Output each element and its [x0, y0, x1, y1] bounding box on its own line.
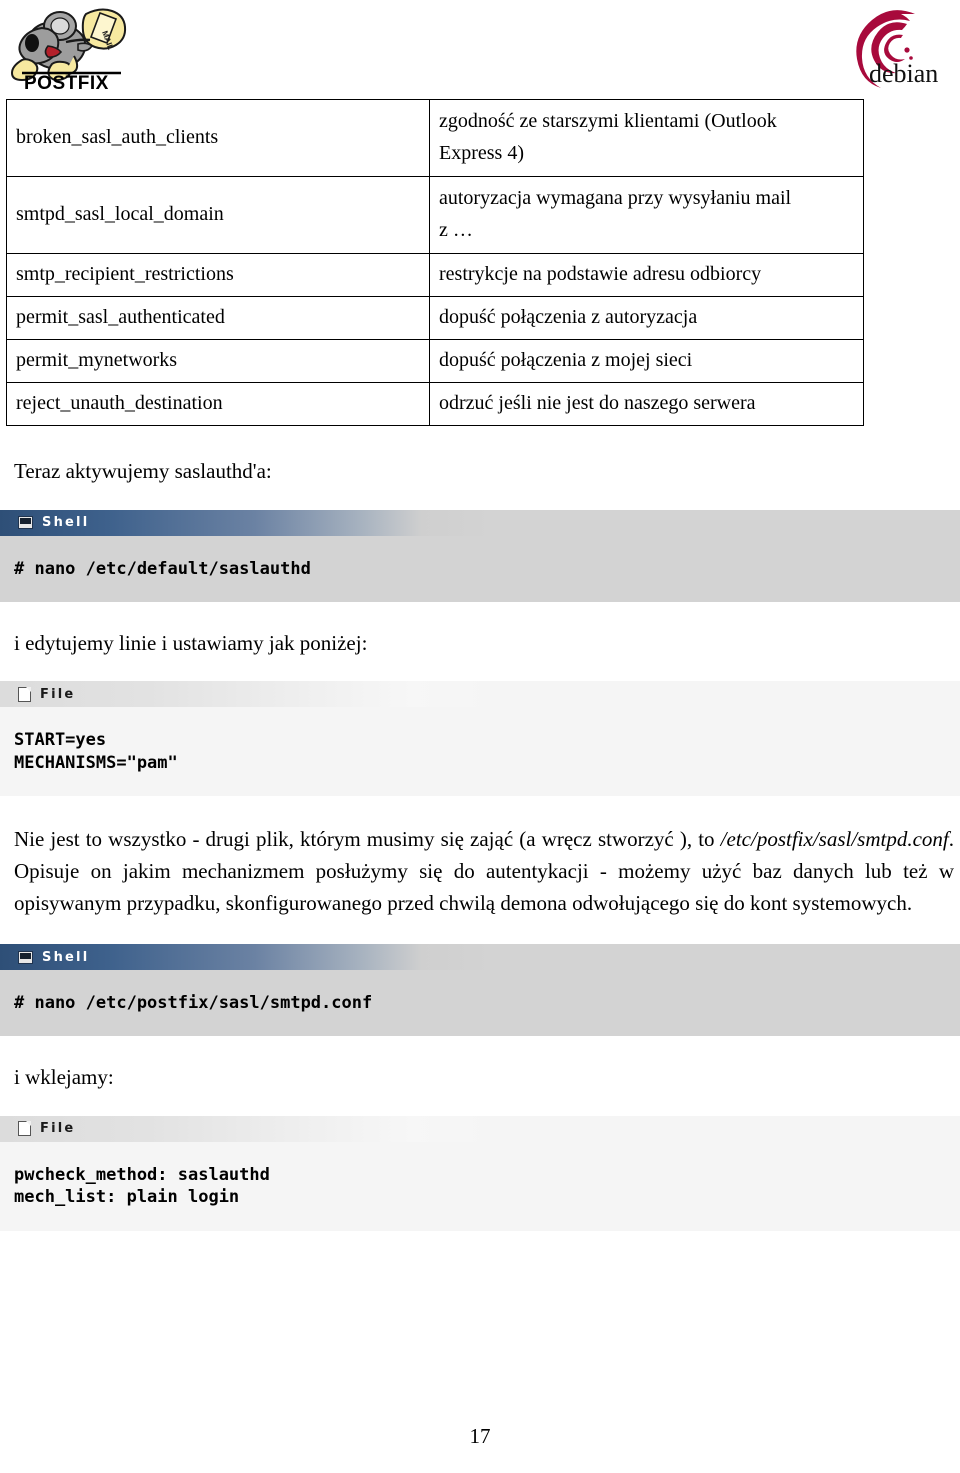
- description-line: zgodność ze starszymi klientami (Outlook: [439, 110, 777, 133]
- table-row: smtp_recipient_restrictions restrykcje n…: [6, 253, 864, 297]
- svg-text:POSTFIX: POSTFIX: [24, 73, 109, 92]
- table-body: broken_sasl_auth_clients zgodność ze sta…: [6, 99, 864, 426]
- edit-lines-text: i edytujemy linie i ustawiamy jak poniże…: [14, 630, 368, 655]
- postfix-parameters-table: broken_sasl_auth_clients zgodność ze sta…: [6, 99, 864, 426]
- table-row: smtpd_sasl_local_domain autoryzacja wyma…: [6, 176, 864, 254]
- debian-logo: debian: [845, 2, 957, 92]
- description-line: z …: [439, 219, 473, 241]
- svg-text:debian: debian: [869, 59, 938, 88]
- document-icon: [18, 1121, 31, 1137]
- shell-command-text: # nano /etc/postfix/sasl/smtpd.conf: [0, 970, 960, 1037]
- parameter-description: zgodność ze starszymi klientami (Outlook…: [429, 99, 864, 177]
- file-content: START=yes MECHANISMS="pam": [0, 707, 960, 797]
- monitor-icon: [18, 516, 33, 529]
- file-title-label: File: [40, 1121, 76, 1137]
- parameter-description: dopuść połączenia z mojej sieci: [429, 339, 864, 383]
- shell-titlebar: Shell: [0, 509, 960, 536]
- shell-title-label: Shell: [42, 515, 90, 530]
- table-row: reject_unauth_destination odrzuć jeśli n…: [6, 382, 864, 426]
- file-line: MECHANISMS="pam": [14, 752, 178, 773]
- file-box-smtpd-conf: File pwcheck_method: saslauthd mech_list:…: [0, 1115, 960, 1231]
- file-titlebar: File: [0, 1115, 960, 1142]
- parameter-name: broken_sasl_auth_clients: [6, 99, 430, 177]
- parameter-name: smtpd_sasl_local_domain: [6, 176, 430, 254]
- description-line: autoryzacja wymagana przy wysyłaniu mail: [439, 187, 792, 210]
- file-line: mech_list: plain login: [14, 1187, 240, 1208]
- parameter-name: reject_unauth_destination: [6, 382, 430, 426]
- shell-title-label: Shell: [42, 949, 90, 965]
- shell-titlebar: Shell: [0, 944, 960, 971]
- parameter-description: restrykcje na podstawie adresu odbiorcy: [429, 253, 864, 297]
- description-line: Express 4): [439, 142, 524, 164]
- monitor-icon: [18, 950, 33, 964]
- file-box-saslauthd-default: File START=yes MECHANISMS="pam": [0, 681, 960, 797]
- intro-saslauthd-text: Teraz aktywujemy saslauthd'a:: [14, 459, 272, 483]
- paragraph-part-1: Nie jest to wszystko - drugi plik, który…: [14, 827, 721, 852]
- parameter-name: permit_mynetworks: [6, 339, 430, 383]
- postfix-logo: MAIL POSTFIX: [8, 4, 134, 94]
- page-header: MAIL POSTFIX debian: [0, 0, 960, 95]
- shell-box-smtpd-conf: Shell # nano /etc/postfix/sasl/smtpd.con…: [0, 944, 960, 1037]
- shell-command-text: # nano /etc/default/saslauthd: [0, 535, 960, 602]
- file-titlebar: File: [0, 681, 960, 708]
- table-row: permit_mynetworks dopuść połączenia z mo…: [6, 339, 864, 383]
- file-line: START=yes: [14, 730, 107, 751]
- page-number: 17: [469, 1424, 491, 1448]
- parameter-name: permit_sasl_authenticated: [6, 296, 430, 340]
- file-content: pwcheck_method: saslauthd mech_list: plai…: [0, 1141, 960, 1231]
- file-title-label: File: [40, 686, 76, 702]
- parameter-name: smtp_recipient_restrictions: [6, 253, 430, 297]
- paste-label-text: i wklejamy:: [14, 1065, 114, 1090]
- smtpd-conf-explanation: Nie jest to wszystko - drugi plik, który…: [14, 824, 954, 920]
- document-icon: [18, 686, 31, 702]
- table-row: permit_sasl_authenticated dopuść połącze…: [6, 296, 864, 340]
- parameter-description: odrzuć jeśli nie jest do naszego serwera: [429, 382, 864, 426]
- smtpd-conf-path: /etc/postfix/sasl/smtpd.conf: [720, 827, 949, 852]
- file-line: pwcheck_method: saslauthd: [14, 1164, 270, 1185]
- parameter-description: dopuść połączenia z autoryzacja: [429, 296, 864, 340]
- table-row: broken_sasl_auth_clients zgodność ze sta…: [6, 99, 864, 177]
- shell-box-saslauthd-default: Shell # nano /etc/default/saslauthd: [0, 509, 960, 602]
- parameter-description: autoryzacja wymagana przy wysyłaniu mail…: [429, 176, 864, 254]
